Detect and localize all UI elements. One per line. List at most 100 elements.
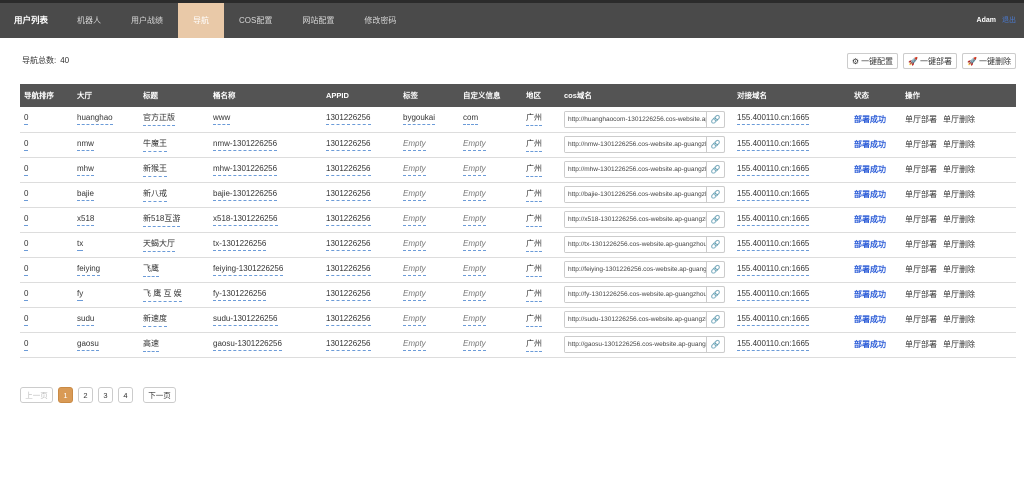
bucket-editable[interactable]: sudu-1301226256: [213, 314, 278, 326]
bucket-editable[interactable]: tx-1301226256: [213, 239, 267, 251]
info-editable[interactable]: Empty: [463, 214, 486, 226]
appid-editable[interactable]: 1301226256: [326, 139, 371, 151]
header-cos-domain[interactable]: cos域名: [560, 84, 733, 107]
link-icon[interactable]: 🔗: [707, 162, 724, 177]
tag-editable[interactable]: bygoukai: [403, 113, 436, 126]
region-editable[interactable]: 广州: [526, 213, 542, 227]
tag-editable[interactable]: Empty: [403, 314, 426, 326]
delete-single-link[interactable]: 单厅删除: [943, 115, 975, 124]
deploy-single-link[interactable]: 单厅部署: [905, 265, 937, 274]
nav-item-cos-config[interactable]: COS配置: [224, 3, 287, 38]
sort-editable[interactable]: 0: [24, 289, 29, 301]
bucket-editable[interactable]: bajie-1301226256: [213, 189, 278, 201]
appid-editable[interactable]: 1301226256: [326, 164, 371, 176]
deploy-single-link[interactable]: 单厅部署: [905, 290, 937, 299]
deploy-single-link[interactable]: 单厅部署: [905, 240, 937, 249]
prev-page-button[interactable]: 上一页: [20, 387, 53, 403]
hall-editable[interactable]: x518: [77, 214, 95, 226]
sort-editable[interactable]: 0: [24, 113, 29, 126]
region-editable[interactable]: 广州: [526, 288, 542, 302]
cos-domain-input[interactable]: [565, 111, 708, 127]
link-icon[interactable]: 🔗: [707, 262, 724, 277]
cos-domain-input[interactable]: [565, 187, 708, 202]
domain-editable[interactable]: 155.400110.cn:1665: [737, 239, 810, 251]
link-icon[interactable]: 🔗: [707, 112, 724, 127]
nav-item-site-config[interactable]: 网站配置: [287, 3, 349, 38]
title-editable[interactable]: 官方正版: [143, 112, 175, 127]
delete-single-link[interactable]: 单厅删除: [943, 165, 975, 174]
cos-domain-input[interactable]: [565, 162, 708, 177]
info-editable[interactable]: Empty: [463, 189, 486, 201]
title-editable[interactable]: 天蝎大厅: [143, 238, 175, 252]
delete-single-link[interactable]: 单厅删除: [943, 215, 975, 224]
header-bucket[interactable]: 桶名称: [209, 84, 322, 107]
cos-domain-input[interactable]: [565, 237, 708, 252]
tag-editable[interactable]: Empty: [403, 189, 426, 201]
deploy-single-link[interactable]: 单厅部署: [905, 115, 937, 124]
domain-editable[interactable]: 155.400110.cn:1665: [737, 189, 810, 201]
appid-editable[interactable]: 1301226256: [326, 339, 371, 351]
appid-editable[interactable]: 1301226256: [326, 113, 371, 126]
deploy-single-link[interactable]: 单厅部署: [905, 215, 937, 224]
cos-domain-input[interactable]: [565, 262, 708, 277]
tag-editable[interactable]: Empty: [403, 339, 426, 351]
bucket-editable[interactable]: feiying-1301226256: [213, 264, 284, 276]
link-icon[interactable]: 🔗: [707, 312, 724, 327]
page-1-button[interactable]: 1: [58, 387, 73, 403]
sort-editable[interactable]: 0: [24, 339, 29, 351]
appid-editable[interactable]: 1301226256: [326, 239, 371, 251]
deploy-single-link[interactable]: 单厅部署: [905, 140, 937, 149]
header-title[interactable]: 标题: [139, 84, 209, 107]
title-editable[interactable]: 飞鹰: [143, 263, 159, 277]
info-editable[interactable]: com: [463, 113, 479, 126]
link-icon[interactable]: 🔗: [707, 187, 724, 202]
info-editable[interactable]: Empty: [463, 339, 486, 351]
domain-editable[interactable]: 155.400110.cn:1665: [737, 264, 810, 276]
region-editable[interactable]: 广州: [526, 238, 542, 252]
hall-editable[interactable]: feiying: [77, 264, 101, 276]
domain-editable[interactable]: 155.400110.cn:1665: [737, 314, 810, 326]
sort-editable[interactable]: 0: [24, 239, 29, 251]
deploy-single-link[interactable]: 单厅部署: [905, 190, 937, 199]
bucket-editable[interactable]: www: [213, 113, 231, 126]
nav-item-navigation[interactable]: 导航: [178, 3, 225, 38]
sort-editable[interactable]: 0: [24, 214, 29, 226]
page-3-button[interactable]: 3: [98, 387, 113, 403]
title-editable[interactable]: 高速: [143, 338, 159, 352]
hall-editable[interactable]: tx: [77, 239, 84, 251]
header-status[interactable]: 状态: [850, 84, 901, 107]
deploy-single-link[interactable]: 单厅部署: [905, 340, 937, 349]
header-tag[interactable]: 标签: [399, 84, 459, 107]
domain-editable[interactable]: 155.400110.cn:1665: [737, 339, 810, 351]
logout-link[interactable]: 退出: [1002, 17, 1016, 24]
title-editable[interactable]: 新八戒: [143, 188, 167, 202]
region-editable[interactable]: 广州: [526, 112, 542, 127]
title-editable[interactable]: 牛魔王: [143, 138, 167, 152]
tag-editable[interactable]: Empty: [403, 139, 426, 151]
delete-single-link[interactable]: 单厅删除: [943, 190, 975, 199]
delete-single-link[interactable]: 单厅删除: [943, 290, 975, 299]
region-editable[interactable]: 广州: [526, 188, 542, 202]
delete-single-link[interactable]: 单厅删除: [943, 265, 975, 274]
bucket-editable[interactable]: nmw-1301226256: [213, 139, 278, 151]
tag-editable[interactable]: Empty: [403, 264, 426, 276]
config-all-button[interactable]: ⚙ 一键配置: [846, 53, 899, 69]
sort-editable[interactable]: 0: [24, 139, 29, 151]
bucket-editable[interactable]: mhw-1301226256: [213, 164, 278, 176]
header-hall[interactable]: 大厅: [73, 84, 139, 107]
title-editable[interactable]: 飞 鹰 互 娱: [143, 288, 182, 302]
domain-editable[interactable]: 155.400110.cn:1665: [737, 289, 810, 301]
delete-all-button[interactable]: 🚀 一键删除: [962, 53, 1016, 69]
title-editable[interactable]: 新速度: [143, 313, 167, 327]
cos-domain-input[interactable]: [565, 212, 708, 227]
delete-single-link[interactable]: 单厅删除: [943, 315, 975, 324]
hall-editable[interactable]: huanghao: [77, 113, 113, 126]
appid-editable[interactable]: 1301226256: [326, 189, 371, 201]
appid-editable[interactable]: 1301226256: [326, 264, 371, 276]
hall-editable[interactable]: gaosu: [77, 339, 99, 351]
page-4-button[interactable]: 4: [118, 387, 133, 403]
cos-domain-input[interactable]: [565, 137, 708, 152]
tag-editable[interactable]: Empty: [403, 239, 426, 251]
region-editable[interactable]: 广州: [526, 313, 542, 327]
link-icon[interactable]: 🔗: [707, 287, 724, 302]
